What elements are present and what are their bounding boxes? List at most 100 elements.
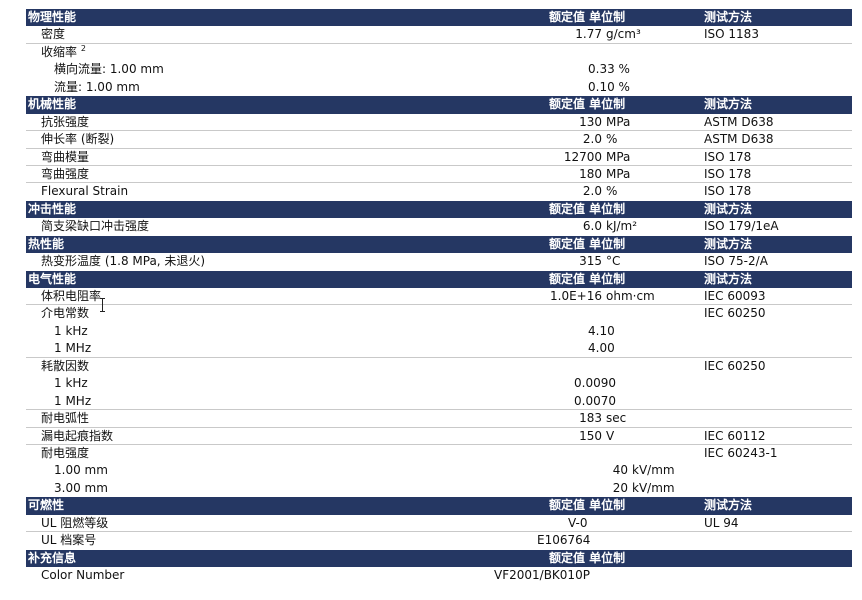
property-row-hdt: 热变形温度 (1.8 MPa, 未退火) 315 °C ISO 75-2/A — [26, 253, 852, 270]
property-label: UL 档案号 — [41, 533, 97, 548]
property-row-dissipation-1mhz: 1 MHz 0.0070 — [26, 393, 852, 411]
section-title: 电气性能 — [28, 271, 77, 286]
column-header-value-unit: 额定值 单位制 — [549, 10, 626, 24]
property-row-volume-resistivity: 体积电阻率 1.0E+16 ohm·cm IEC 60093 — [26, 288, 852, 306]
section-header-flammability: 可燃性 额定值 单位制 测试方法 — [26, 497, 852, 515]
property-row-flexural-modulus: 弯曲模量 12700 MPa ISO 178 — [26, 149, 852, 166]
property-value: 2.0 — [582, 184, 602, 199]
property-value: VF2001/BK010P — [494, 568, 590, 582]
column-header-test-method: 测试方法 — [704, 236, 753, 251]
test-method: IEC 60093 — [704, 289, 766, 303]
property-value: 0.33 % — [588, 62, 630, 77]
property-label: 体积电阻率 — [41, 289, 102, 303]
column-header-test-method: 测试方法 — [704, 498, 753, 513]
footnote-marker: 2 — [80, 43, 86, 53]
property-label: 密度 — [41, 27, 66, 42]
test-method: ASTM D638 — [704, 132, 774, 147]
column-header-value-unit: 额定值 单位制 — [549, 201, 626, 216]
property-label: 1.00 mm — [54, 463, 108, 478]
test-method: ASTM D638 — [704, 114, 774, 129]
property-row-dissipation-factor: 耗散因数 IEC 60250 — [26, 358, 852, 375]
property-row-dielectric-1khz: 1 kHz 4.10 — [26, 323, 852, 340]
property-row-shrinkage: 收缩率 2 — [26, 44, 852, 61]
section-header-impact: 冲击性能 额定值 单位制 测试方法 — [26, 200, 852, 219]
property-value: 1.0E+16 — [550, 289, 602, 303]
property-label: 3.00 mm — [54, 480, 108, 495]
property-label: 耐电弧性 — [41, 411, 90, 426]
test-method: IEC 60250 — [704, 306, 766, 321]
section-title: 补充信息 — [28, 550, 77, 565]
property-value: 180 — [579, 166, 602, 181]
property-value: 4.00 — [588, 341, 615, 356]
section-header-physical: 物理性能 额定值 单位制 测试方法 — [26, 9, 852, 27]
property-label: 1 MHz — [54, 393, 92, 408]
property-unit: % — [606, 132, 618, 147]
property-label: 1 MHz — [54, 341, 92, 356]
property-value: 4.10 — [588, 323, 615, 338]
property-unit: MPa — [606, 149, 631, 164]
property-row-elongation: 伸长率 (断裂) 2.0 % ASTM D638 — [26, 131, 852, 149]
column-header-value-unit: 额定值 单位制 — [549, 236, 626, 251]
property-row-ul-file: UL 档案号 E106764 — [26, 532, 852, 549]
property-label: 耐电强度 — [41, 445, 90, 460]
property-value: 40 — [612, 463, 628, 478]
property-unit: ohm·cm — [606, 289, 655, 303]
property-unit: kV/mm — [632, 463, 675, 478]
column-header-test-method: 测试方法 — [704, 201, 753, 216]
property-label: 热变形温度 (1.8 MPa, 未退火) — [41, 254, 206, 269]
property-row-arc-resistance: 耐电弧性 183 sec — [26, 410, 852, 428]
test-method: ISO 178 — [704, 149, 752, 164]
property-label: Flexural Strain — [41, 184, 129, 199]
property-row-dissipation-1khz: 1 kHz 0.0090 — [26, 375, 852, 392]
property-unit: V — [606, 428, 615, 443]
property-unit: sec — [606, 411, 627, 426]
test-method: ISO 75-2/A — [704, 254, 768, 269]
property-label: 伸长率 (断裂) — [41, 132, 115, 147]
property-label: 弯曲强度 — [41, 166, 90, 181]
property-unit: °C — [606, 254, 621, 269]
test-method: ISO 1183 — [704, 27, 759, 42]
test-method: ISO 179/1eA — [704, 219, 779, 234]
section-title: 机械性能 — [28, 97, 77, 112]
property-label: 横向流量: 1.00 mm — [54, 62, 164, 77]
column-header-value-unit: 额定值 单位制 — [549, 271, 626, 286]
property-label: 1 kHz — [54, 376, 88, 391]
property-value: 0.10 % — [588, 79, 630, 94]
property-value: 0.0090 — [574, 376, 616, 391]
section-title: 可燃性 — [28, 498, 65, 513]
property-table: 物理性能 额定值 单位制 测试方法 密度 1.77 g/cm³ ISO 1183… — [26, 9, 852, 584]
property-value: 12700 — [563, 149, 602, 164]
property-value: V-0 — [568, 515, 588, 530]
property-row-cti: 漏电起痕指数 150 V IEC 60112 — [26, 428, 852, 445]
property-row-color-number: Color Number VF2001/BK010P — [26, 567, 852, 584]
column-header-value-unit: 额定值 单位制 — [549, 97, 626, 112]
property-value: 183 — [579, 411, 602, 426]
property-row-charpy: 简支梁缺口冲击强度 6.0 kJ/m² ISO 179/1eA — [26, 218, 852, 235]
property-row-strength-1mm: 1.00 mm 40 kV/mm — [26, 462, 852, 479]
property-row-dielectric-constant: 介电常数 IEC 60250 — [26, 305, 852, 322]
section-header-thermal: 热性能 额定值 单位制 测试方法 — [26, 235, 852, 254]
text-cursor-icon — [100, 298, 106, 312]
property-row-shrinkage-flow: 流量: 1.00 mm 0.10 % — [26, 79, 852, 96]
property-value: 130 — [579, 114, 602, 129]
property-label: 耗散因数 — [41, 358, 90, 373]
column-header-value-unit: 额定值 单位制 — [549, 550, 626, 565]
section-title: 物理性能 — [28, 10, 77, 24]
column-header-value-unit: 额定值 单位制 — [549, 498, 626, 513]
property-value: 1.77 — [575, 27, 602, 42]
test-method: IEC 60250 — [704, 358, 766, 373]
property-row-strength-3mm: 3.00 mm 20 kV/mm — [26, 480, 852, 497]
property-row-flexural-strain: Flexural Strain 2.0 % ISO 178 — [26, 183, 852, 200]
test-method: IEC 60243-1 — [704, 445, 778, 460]
property-row-density: 密度 1.77 g/cm³ ISO 1183 — [26, 26, 852, 44]
property-value: 20 — [612, 480, 628, 495]
test-method: ISO 178 — [704, 166, 752, 181]
property-label: 简支梁缺口冲击强度 — [41, 219, 150, 234]
section-title: 热性能 — [28, 236, 65, 251]
property-label: UL 阻燃等级 — [41, 515, 109, 530]
property-row-flexural-strength: 弯曲强度 180 MPa ISO 178 — [26, 166, 852, 184]
property-unit: MPa — [606, 166, 631, 181]
property-label-text: 收缩率 — [41, 44, 78, 59]
property-row-dielectric-1mhz: 1 MHz 4.00 — [26, 340, 852, 358]
property-label: 流量: 1.00 mm — [54, 79, 140, 94]
